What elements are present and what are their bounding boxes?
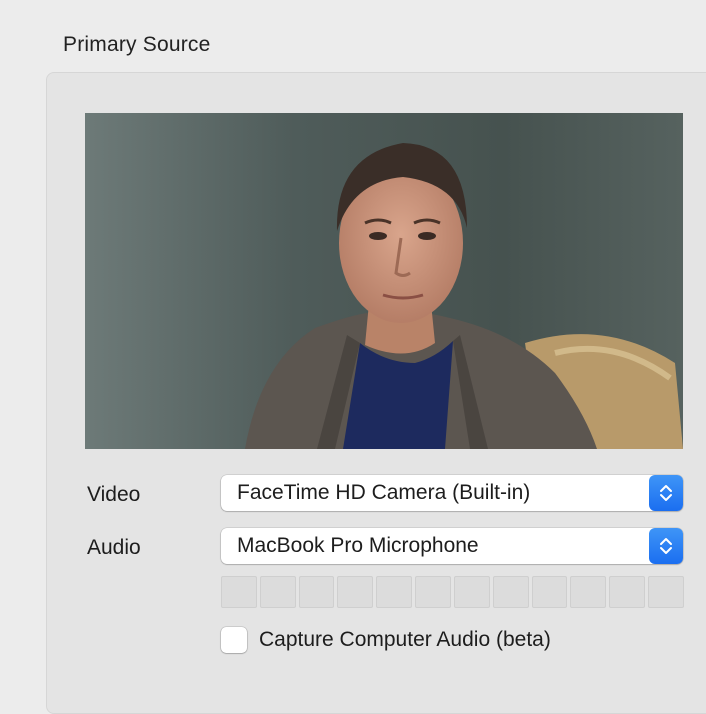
video-label: Video (87, 483, 141, 506)
audio-popup-stepper-icon[interactable] (649, 528, 683, 564)
audio-meter-segment (492, 576, 529, 608)
video-popup-stepper-icon[interactable] (649, 475, 683, 511)
capture-computer-audio-checkbox[interactable] (221, 627, 247, 653)
audio-level-meter (221, 576, 684, 608)
audio-source-value: MacBook Pro Microphone (237, 534, 479, 557)
audio-meter-segment (415, 576, 451, 608)
audio-meter-segment (531, 576, 568, 608)
audio-meter-segment (221, 576, 257, 608)
camera-preview (85, 113, 683, 449)
audio-meter-segment (648, 576, 684, 608)
capture-computer-audio-label[interactable]: Capture Computer Audio (beta) (259, 628, 551, 652)
video-source-value: FaceTime HD Camera (Built-in) (237, 481, 531, 504)
capture-computer-audio-row[interactable]: Capture Computer Audio (beta) (221, 624, 551, 656)
audio-meter-segment (376, 576, 413, 608)
audio-label: Audio (87, 536, 141, 559)
video-source-popup[interactable]: FaceTime HD Camera (Built-in) (221, 475, 683, 511)
audio-meter-segment (298, 576, 335, 608)
audio-meter-segment (259, 576, 296, 608)
section-title: Primary Source (63, 33, 211, 56)
audio-source-popup[interactable]: MacBook Pro Microphone (221, 528, 683, 564)
audio-meter-segment (337, 576, 374, 608)
chevron-up-down-icon (660, 485, 672, 501)
chevron-up-down-icon (660, 538, 672, 554)
audio-meter-segment (453, 576, 490, 608)
audio-meter-segment (570, 576, 607, 608)
camera-preview-image (85, 113, 683, 449)
audio-meter-segment (609, 576, 646, 608)
